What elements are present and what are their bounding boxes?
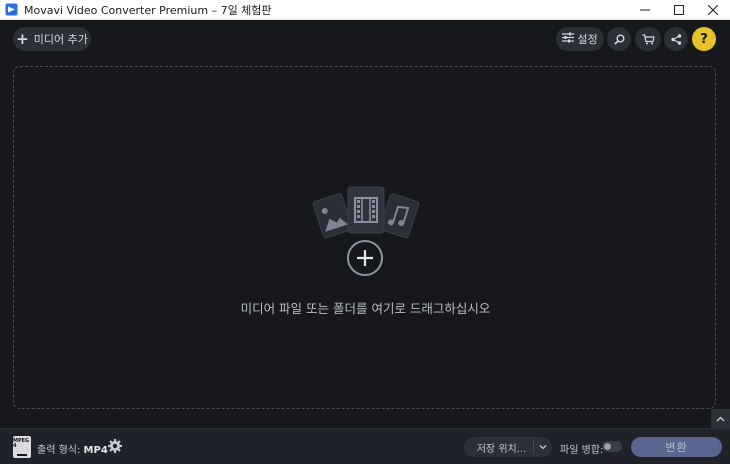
collapse-panel-button[interactable] [711, 409, 730, 428]
merge-files-label: 파일 병합: [560, 445, 604, 456]
plus-circle-icon [357, 250, 373, 266]
share-icon [670, 33, 681, 45]
save-location-select[interactable]: 저장 위치... [464, 437, 552, 457]
convert-button[interactable]: 변환 [631, 437, 722, 457]
window-titlebar: Movavi Video Converter Premium – 7일 체험판 [0, 0, 730, 20]
output-format-value: MP4 [83, 445, 108, 456]
bottom-bar: MPEG 4 출력 형식: MP4 저장 위치... 파일 병합: 변환 [0, 428, 730, 464]
close-button[interactable] [696, 0, 730, 20]
minimize-icon [640, 9, 650, 10]
help-icon: ? [700, 31, 708, 47]
share-button[interactable] [664, 27, 688, 51]
media-dropzone[interactable]: 미디어 파일 또는 폴더를 여기로 드래그하십시오 [13, 66, 716, 409]
window-title: Movavi Video Converter Premium – 7일 체험판 [24, 3, 272, 17]
chevron-down-icon[interactable] [534, 444, 552, 450]
output-format[interactable]: 출력 형식: MP4 [37, 441, 108, 456]
close-icon [708, 4, 718, 15]
media-files-illustration-icon [310, 183, 422, 243]
cart-button[interactable] [635, 27, 661, 51]
app-main: + 미디어 추가 설정 ? 미디어 파일 또는 폴더를 여기로 드래그하십시오 … [0, 20, 730, 464]
chevron-up-icon [716, 416, 725, 421]
mp4-format-icon[interactable]: MPEG 4 [13, 436, 31, 458]
format-icon-text: MPEG 4 [13, 438, 30, 449]
settings-button[interactable]: 설정 [556, 27, 604, 51]
help-button[interactable]: ? [692, 27, 716, 51]
save-location-label: 저장 위치... [476, 443, 527, 455]
add-media-button[interactable]: + 미디어 추가 [13, 27, 91, 51]
sliders-icon [562, 32, 575, 46]
maximize-icon [674, 4, 684, 15]
cart-icon [642, 33, 655, 44]
plus-icon: + [16, 29, 29, 48]
add-media-circle-button[interactable] [347, 240, 383, 276]
search-icon [613, 34, 624, 45]
movavi-logo-icon [4, 3, 18, 17]
merge-files-toggle[interactable] [602, 441, 622, 452]
search-button[interactable] [607, 27, 631, 51]
format-settings-gear-icon[interactable] [107, 438, 123, 454]
minimize-button[interactable] [628, 0, 662, 20]
output-format-label: 출력 형식: [37, 445, 81, 456]
dropzone-hint: 미디어 파일 또는 폴더를 여기로 드래그하십시오 [240, 301, 491, 316]
add-media-label: 미디어 추가 [33, 33, 88, 46]
maximize-button[interactable] [662, 0, 696, 20]
settings-label: 설정 [577, 33, 598, 46]
